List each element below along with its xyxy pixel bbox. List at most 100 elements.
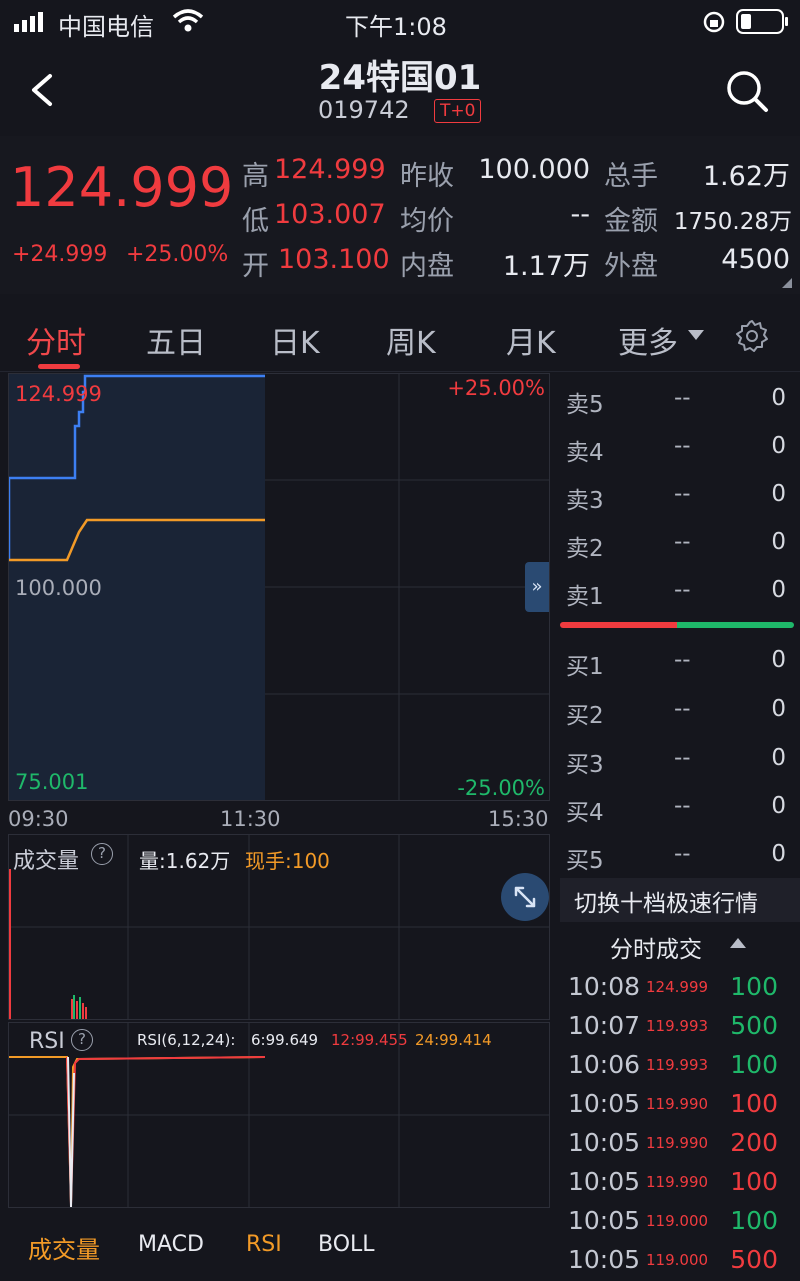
ask-row: 卖3 -- 0 (566, 481, 786, 514)
fullscreen-button[interactable] (501, 873, 549, 921)
chart-settings-button[interactable] (734, 318, 770, 358)
trade-row: 10:05 119.990 200 (568, 1128, 778, 1157)
rsi6-line (67, 1056, 75, 1208)
trade-row: 10:05 119.000 500 (568, 1245, 778, 1274)
time-label-mid: 11:30 (220, 807, 281, 831)
nav-bar: 24特国01 019742 T+0 (0, 44, 800, 136)
tab-more[interactable]: 更多 (618, 318, 678, 362)
tab-rsi[interactable]: RSI (246, 1232, 282, 1257)
battery-icon (736, 9, 790, 39)
rsi-svg (9, 1023, 549, 1208)
trade-row: 10:05 119.990 100 (568, 1167, 778, 1196)
low-value: 103.007 (274, 199, 386, 230)
prev-close-value: 100.000 (478, 154, 590, 185)
tab-boll[interactable]: BOLL (318, 1232, 375, 1257)
tab-daily-k[interactable]: 日K (270, 318, 320, 362)
volume-bar (82, 1003, 84, 1019)
security-code: 019742 (318, 96, 410, 124)
quote-panel: 124.999 +24.999 +25.00% 高 124.999 低 103.… (0, 136, 800, 294)
bid-row: 买4 -- 0 (566, 793, 786, 826)
open-value: 103.100 (278, 244, 390, 275)
status-time: 下午1:08 (345, 13, 447, 41)
prev-close-label: 昨收 (400, 161, 454, 192)
axis-pct-top: +25.00% (447, 376, 545, 400)
bid-row: 买2 -- 0 (566, 696, 786, 729)
rsi-title: RSI (29, 1029, 65, 1054)
active-tab-indicator (38, 364, 80, 369)
tab-volume[interactable]: 成交量 (28, 1230, 100, 1265)
search-icon (727, 71, 768, 112)
axis-pct-bottom: -25.00% (457, 776, 545, 800)
volume-bar (76, 1001, 78, 1019)
tab-five-day[interactable]: 五日 (146, 318, 206, 362)
high-label: 高 (242, 161, 269, 192)
help-icon[interactable]: ? (91, 843, 113, 865)
volume-title: 成交量 (13, 849, 80, 874)
axis-price-top: 124.999 (15, 382, 102, 406)
chart-tab-bar: 分时 五日 日K 周K 月K 更多 (0, 300, 800, 372)
bid-row: 买1 -- 0 (566, 647, 786, 680)
rsi12-line (66, 1056, 266, 1206)
outer-volume-value: 4500 (721, 244, 790, 275)
expand-arrows-icon (514, 886, 536, 908)
tab-weekly-k[interactable]: 周K (386, 318, 436, 362)
rsi24-value: 24:99.414 (415, 1031, 492, 1049)
volume-bar (71, 999, 73, 1019)
volume-bar (9, 869, 11, 1019)
inner-volume-label: 内盘 (400, 251, 454, 282)
help-icon[interactable]: ? (71, 1029, 93, 1051)
ask-row: 卖4 -- 0 (566, 433, 786, 466)
trade-row: 10:05 119.990 100 (568, 1089, 778, 1118)
amount-value: 1750.28万 (673, 209, 792, 235)
rsi6-value: 6:99.649 (251, 1031, 319, 1049)
tab-intraday[interactable]: 分时 (26, 318, 86, 362)
signal-icon (14, 12, 48, 36)
time-axis: 09:30 11:30 15:30 (0, 804, 552, 834)
expand-corner-icon[interactable] (782, 278, 792, 288)
trade-row: 10:05 119.000 100 (568, 1206, 778, 1235)
axis-price-mid: 100.000 (15, 576, 102, 600)
page-title: 24特国01 (318, 58, 482, 98)
volume-panel[interactable]: 成交量 ? 量:1.62万 现手:100 (8, 834, 550, 1020)
time-label-end: 15:30 (488, 807, 549, 831)
rsi-params: RSI(6,12,24): (137, 1031, 236, 1049)
rsi-panel[interactable]: RSI ? RSI(6,12,24): 6:99.649 12:99.455 2… (8, 1022, 550, 1208)
status-bar: 中国电信 下午1:08 (0, 0, 800, 44)
rsi24-line (9, 1056, 266, 1204)
search-button[interactable] (724, 68, 770, 118)
tab-monthly-k[interactable]: 月K (506, 318, 556, 362)
outer-volume-label: 外盘 (604, 251, 658, 282)
axis-price-bottom: 75.001 (15, 770, 89, 794)
double-chevron-right-icon: » (531, 576, 543, 597)
ask-row: 卖5 -- 0 (566, 385, 786, 418)
time-label-start: 09:30 (8, 807, 69, 831)
intraday-chart[interactable]: 124.999 100.000 75.001 +25.00% -25.00% » (7, 373, 550, 801)
order-book: 卖5 -- 0 卖4 -- 0 卖3 -- 0 卖2 -- 0 卖1 -- 0 买1 -- 0 买2 --… (556, 373, 800, 874)
avg-price-value: -- (570, 199, 591, 230)
open-label: 开 (242, 251, 269, 282)
bid-ask-ratio-bar (560, 622, 794, 628)
low-label: 低 (242, 206, 269, 237)
volume-bar (85, 1007, 87, 1019)
caret-up-icon[interactable] (730, 938, 746, 948)
indicator-tab-bar: 成交量 MACD RSI BOLL (0, 1208, 552, 1281)
volume-total: 量:1.62万 (139, 849, 231, 873)
rotation-lock-icon (702, 10, 726, 38)
volume-bar (79, 997, 81, 1019)
trade-row: 10:06 119.993 100 (568, 1050, 778, 1079)
amount-label: 金额 (604, 206, 658, 237)
gear-icon (736, 320, 768, 352)
bid-row: 买3 -- 0 (566, 745, 786, 778)
tab-macd[interactable]: MACD (138, 1232, 204, 1257)
trades-title[interactable]: 分时成交 (610, 930, 702, 964)
volume-bar (73, 995, 75, 1019)
avg-price-label: 均价 (400, 206, 454, 237)
ask-row: 卖2 -- 0 (566, 529, 786, 562)
trade-row: 10:08 124.999 100 (568, 972, 778, 1001)
more-caret-icon[interactable] (688, 330, 704, 340)
trade-row: 10:07 119.993 500 (568, 1011, 778, 1040)
volume-current: 现手:100 (245, 849, 330, 873)
expand-orderbook-button[interactable]: » (525, 562, 549, 612)
switch-level10-button[interactable]: 切换十档极速行情 (560, 878, 800, 922)
price-change: +24.999 (12, 242, 108, 267)
